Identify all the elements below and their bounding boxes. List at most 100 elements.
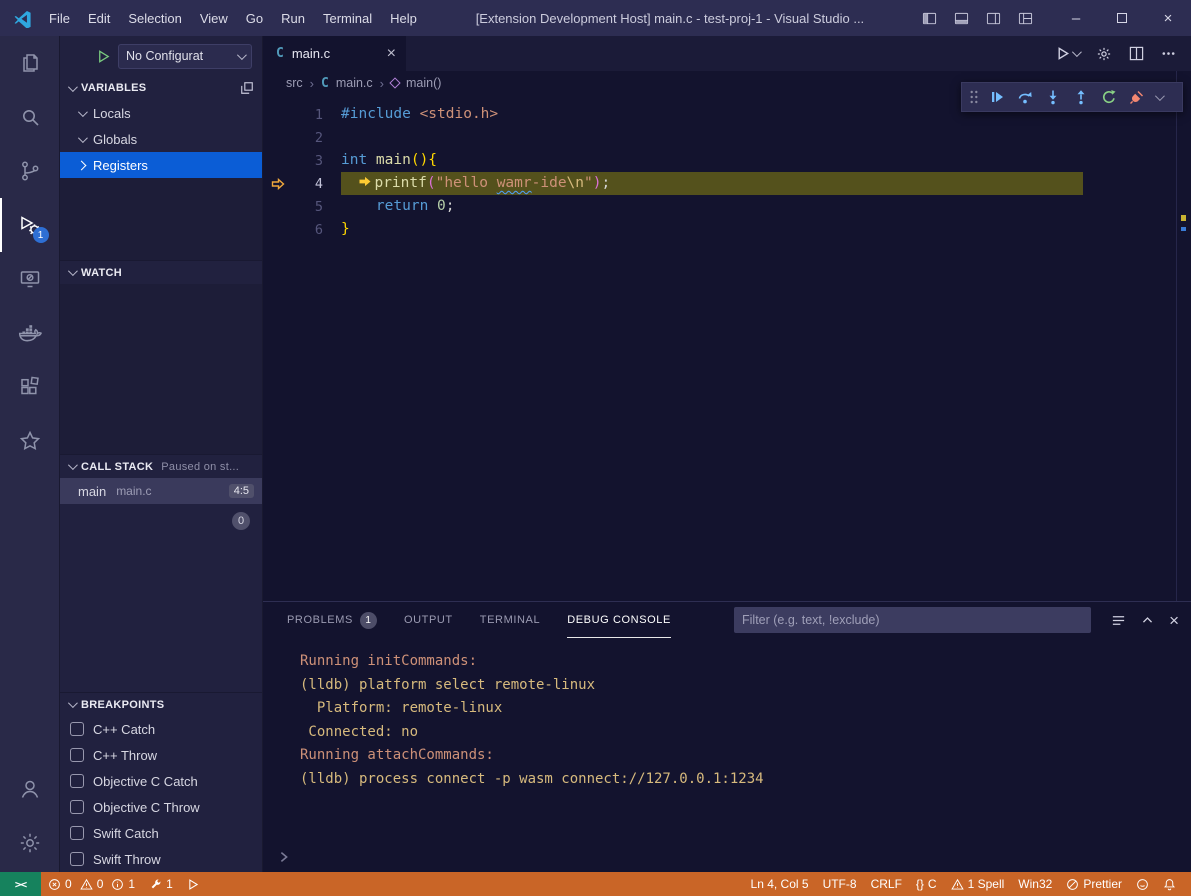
maximize-button[interactable] xyxy=(1099,0,1145,36)
maximize-panel-chevron-icon[interactable] xyxy=(1141,614,1154,627)
explorer-icon[interactable] xyxy=(0,36,60,90)
step-out-button[interactable] xyxy=(1067,84,1095,110)
spell-checker-status[interactable]: 1 Spell xyxy=(944,872,1012,896)
overview-ruler[interactable] xyxy=(1176,71,1191,601)
code-line-4[interactable]: 4 printf("hello wamr-ide\n"); xyxy=(263,172,1191,195)
variables-locals-item[interactable]: Locals xyxy=(60,100,262,126)
run-file-button[interactable] xyxy=(1055,46,1079,61)
menu-go[interactable]: Go xyxy=(237,0,272,36)
breakpoint-item[interactable]: Swift Throw xyxy=(60,846,262,872)
output-options-icon[interactable] xyxy=(1111,613,1126,628)
breakpoint-item[interactable]: Swift Catch xyxy=(60,820,262,846)
chevron-down-icon xyxy=(68,82,78,92)
tab-main-c[interactable]: C main.c × xyxy=(263,36,406,71)
tasks-status[interactable]: 1 xyxy=(142,872,180,896)
run-and-debug-icon[interactable]: 1 xyxy=(0,198,60,252)
settings-gear-icon[interactable] xyxy=(0,816,60,870)
platform-indicator[interactable]: Win32 xyxy=(1011,872,1059,896)
source-control-icon[interactable] xyxy=(0,144,60,198)
console-input-chevron-icon[interactable] xyxy=(277,850,291,864)
menu-terminal[interactable]: Terminal xyxy=(314,0,381,36)
close-button[interactable]: × xyxy=(1145,0,1191,36)
start-debug-icon[interactable] xyxy=(96,49,111,64)
cursor-position[interactable]: Ln 4, Col 5 xyxy=(744,872,816,896)
launch-configuration-dropdown[interactable]: No Configurat xyxy=(118,44,252,69)
disconnect-button[interactable] xyxy=(1123,84,1151,110)
step-into-button[interactable] xyxy=(1039,84,1067,110)
toggle-panel-icon[interactable] xyxy=(954,11,969,26)
extensions-icon[interactable] xyxy=(0,360,60,414)
code-line-5[interactable]: 5 return 0; xyxy=(263,195,1191,218)
split-editor-icon[interactable] xyxy=(1129,46,1144,61)
breakpoint-item[interactable]: Objective C Catch xyxy=(60,768,262,794)
breakpoint-checkbox[interactable] xyxy=(70,800,84,814)
star-icon[interactable] xyxy=(0,414,60,468)
remote-indicator[interactable]: >< xyxy=(0,872,41,896)
customize-layout-icon[interactable] xyxy=(1018,11,1033,26)
toggle-secondary-sidebar-icon[interactable] xyxy=(986,11,1001,26)
remote-explorer-icon[interactable] xyxy=(0,252,60,306)
account-icon[interactable] xyxy=(0,762,60,816)
info-ruler-mark xyxy=(1181,227,1186,231)
breakpoint-checkbox[interactable] xyxy=(70,774,84,788)
line-number: 4 xyxy=(293,176,323,192)
tab-close-icon[interactable]: × xyxy=(387,46,396,62)
debug-status-icon[interactable] xyxy=(180,872,207,896)
toggle-sidebar-icon[interactable] xyxy=(922,11,937,26)
close-panel-icon[interactable]: × xyxy=(1169,612,1179,629)
restart-button[interactable] xyxy=(1095,84,1123,110)
eol-indicator[interactable]: CRLF xyxy=(864,872,909,896)
variables-registers-item[interactable]: Registers xyxy=(60,152,262,178)
breakpoint-checkbox[interactable] xyxy=(70,852,84,866)
editor-settings-gear-icon[interactable] xyxy=(1096,46,1112,62)
language-mode[interactable]: {} C xyxy=(909,872,944,896)
encoding-indicator[interactable]: UTF-8 xyxy=(816,872,864,896)
tab-output[interactable]: OUTPUT xyxy=(404,602,453,638)
tab-terminal[interactable]: TERMINAL xyxy=(480,602,540,638)
watch-section-header[interactable]: WATCH xyxy=(60,260,262,284)
step-over-button[interactable] xyxy=(1011,84,1039,110)
variables-section-header[interactable]: VARIABLES xyxy=(60,76,262,100)
breakpoint-item[interactable]: C++ Throw xyxy=(60,742,262,768)
breakpoint-item[interactable]: C++ Catch xyxy=(60,716,262,742)
menu-run[interactable]: Run xyxy=(272,0,314,36)
breakpoint-checkbox[interactable] xyxy=(70,748,84,762)
menu-help[interactable]: Help xyxy=(381,0,426,36)
feedback-icon[interactable] xyxy=(1129,872,1156,896)
problems-status[interactable]: 0 0 1 xyxy=(41,872,142,896)
console-filter-input[interactable] xyxy=(734,607,1091,633)
call-stack-section-header[interactable]: CALL STACK Paused on st... xyxy=(60,454,262,478)
toolbar-drag-handle[interactable] xyxy=(965,84,983,110)
tab-problems[interactable]: PROBLEMS 1 xyxy=(287,602,377,638)
breakpoint-checkbox[interactable] xyxy=(70,722,84,736)
variables-globals-item[interactable]: Globals xyxy=(60,126,262,152)
tab-debug-console[interactable]: DEBUG CONSOLE xyxy=(567,602,671,638)
disconnect-dropdown-chevron-icon[interactable] xyxy=(1151,84,1165,110)
breakpoint-label: Objective C Throw xyxy=(93,800,200,815)
menu-file[interactable]: File xyxy=(40,0,79,36)
minimize-button[interactable]: – xyxy=(1053,0,1099,36)
console-output[interactable]: Running initCommands:(lldb) platform sel… xyxy=(263,638,1191,791)
breakpoint-checkbox[interactable] xyxy=(70,826,84,840)
formatter-status[interactable]: Prettier xyxy=(1059,872,1129,896)
breakpoint-item[interactable]: Objective C Throw xyxy=(60,794,262,820)
menu-view[interactable]: View xyxy=(191,0,237,36)
more-actions-icon[interactable] xyxy=(1161,46,1176,61)
breadcrumb-symbol[interactable]: main() xyxy=(406,76,441,90)
notifications-bell-icon[interactable] xyxy=(1156,872,1183,896)
menu-selection[interactable]: Selection xyxy=(119,0,190,36)
continue-button[interactable] xyxy=(983,84,1011,110)
call-stack-frame-row[interactable]: main main.c 4:5 xyxy=(60,478,262,504)
code-line-2[interactable]: 2 xyxy=(263,126,1191,149)
breadcrumb-file[interactable]: main.c xyxy=(336,76,373,90)
breakpoints-title: BREAKPOINTS xyxy=(81,699,164,711)
code-editor[interactable]: 1#include <stdio.h>23int main(){4 printf… xyxy=(263,95,1191,601)
search-icon[interactable] xyxy=(0,90,60,144)
menu-edit[interactable]: Edit xyxy=(79,0,119,36)
code-line-3[interactable]: 3int main(){ xyxy=(263,149,1191,172)
breadcrumb-folder[interactable]: src xyxy=(286,76,303,90)
docker-icon[interactable] xyxy=(0,306,60,360)
breakpoints-section-header[interactable]: BREAKPOINTS xyxy=(60,692,262,716)
collapse-all-icon[interactable] xyxy=(240,81,254,95)
code-line-6[interactable]: 6} xyxy=(263,218,1191,241)
